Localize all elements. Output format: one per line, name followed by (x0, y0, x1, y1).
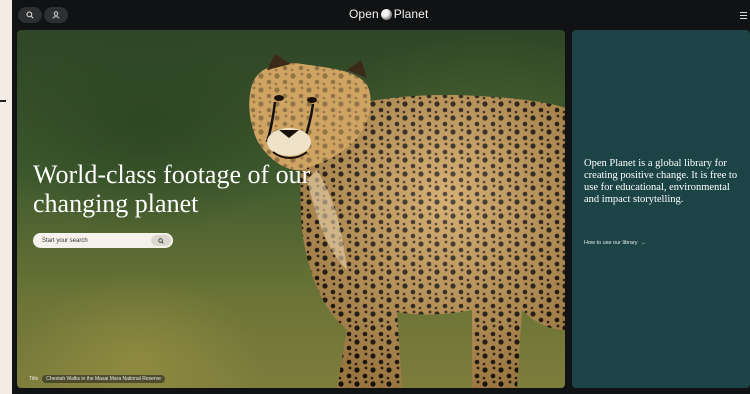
library-info-panel: Open Planet is a global library for crea… (572, 30, 750, 388)
menu-icon (740, 11, 747, 13)
image-caption: Title Cheetah Walks in the Masai Mara Na… (29, 374, 165, 383)
user-icon (52, 11, 60, 19)
search-submit-button[interactable] (151, 235, 171, 246)
arrow-right-icon: → (640, 240, 647, 246)
logo-text-open: Open (349, 7, 379, 21)
how-to-use-link-label: How to use our library (584, 240, 638, 246)
search-icon (26, 11, 34, 19)
top-navigation-bar: Open Planet (12, 0, 750, 28)
open-planet-logo[interactable]: Open Planet (349, 6, 428, 22)
caption-label: Title (29, 375, 39, 382)
search-bar[interactable]: Start your search (33, 233, 173, 248)
hero-title: World-class footage of our changing plan… (33, 160, 311, 218)
caption-value[interactable]: Cheetah Walks in the Masai Mara National… (42, 374, 165, 383)
search-input[interactable]: Start your search (42, 238, 88, 244)
app-window: Open Planet World-class footage of our c… (12, 0, 750, 394)
how-to-use-link[interactable]: How to use our library → (584, 240, 646, 246)
globe-icon (380, 8, 392, 20)
page-edge-marker (0, 100, 6, 102)
library-description: Open Planet is a global library for crea… (584, 158, 738, 205)
hero-video-card[interactable]: World-class footage of our changing plan… (17, 30, 565, 388)
search-button[interactable] (18, 7, 42, 23)
account-button[interactable] (44, 7, 68, 23)
search-icon (158, 237, 164, 244)
logo-text-planet: Planet (393, 7, 429, 21)
menu-button[interactable] (738, 7, 750, 23)
